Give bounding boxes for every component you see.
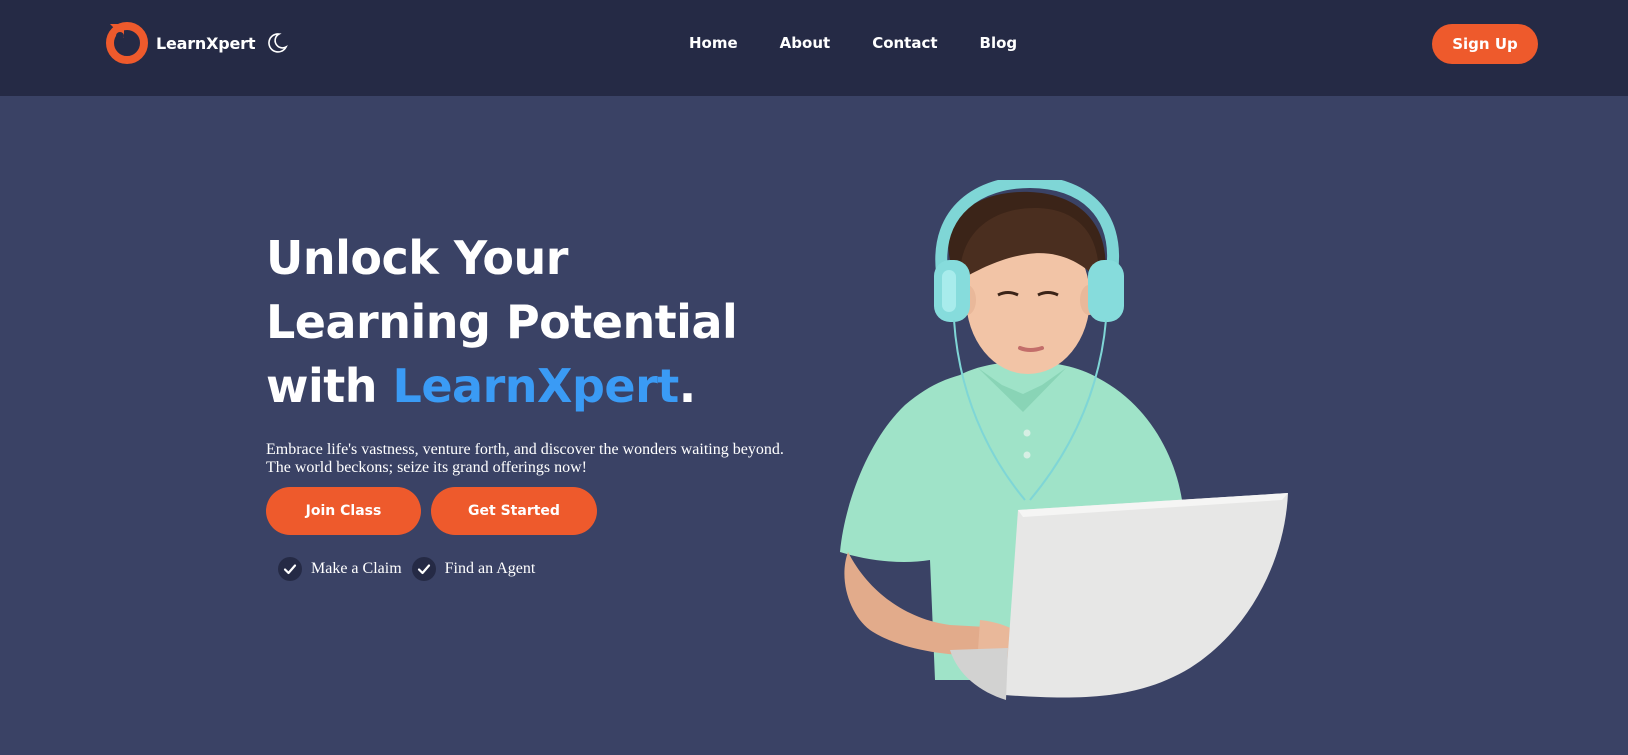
feature-label-make-a-claim: Make a Claim [311,560,402,577]
check-icon [411,557,436,581]
feature-label-find-an-agent: Find an Agent [444,560,536,577]
moon-icon[interactable] [265,31,289,55]
check-icon [278,557,302,581]
hero-title-line3-prefix: with [266,359,393,413]
feature-item: Make a Claim [278,557,402,581]
navbar: LearnXpert Home About Contact Blog Sign … [0,0,1628,96]
feature-list: Make a Claim Find an Agent [278,557,545,581]
feature-item: Find an Agent [411,557,536,581]
nav-link-contact[interactable]: Contact [872,34,937,52]
brand-name: LearnXpert [156,33,256,53]
nav-links: Home About Contact Blog [689,34,1059,52]
hero-subtitle-line1: Embrace life's vastness, venture forth, … [266,441,784,458]
hero-title-suffix: . [678,359,696,413]
hero-image-boy-with-laptop [840,180,1288,700]
nav-link-home[interactable]: Home [689,34,738,52]
hero-subtitle-line2: The world beckons; seize its grand offer… [266,459,587,476]
logo-ring-icon [106,22,148,64]
get-started-button[interactable]: Get Started [431,487,597,535]
hero-title-line1: Unlock Your [266,231,568,285]
join-class-button[interactable]: Join Class [266,487,421,535]
nav-link-blog[interactable]: Blog [980,34,1018,52]
nav-link-about[interactable]: About [780,34,831,52]
hero-title-line2: Learning Potential [266,295,738,349]
sign-up-button[interactable]: Sign Up [1432,24,1538,64]
hero-title: Unlock Your Learning Potential with Lear… [266,226,738,418]
hero-subtitle: Embrace life's vastness, venture forth, … [266,441,806,477]
logo[interactable]: LearnXpert [106,22,289,64]
hero-title-accent: LearnXpert [392,359,680,413]
